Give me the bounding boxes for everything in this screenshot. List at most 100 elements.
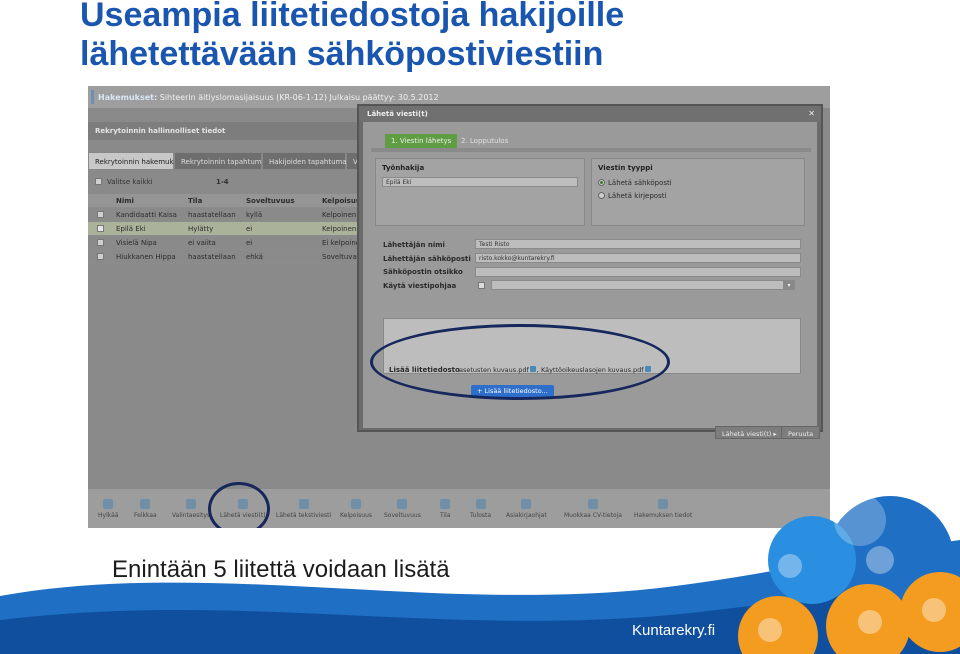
subject-input[interactable] xyxy=(475,267,801,277)
dialog-titlebar: Lähetä viesti(t) ✕ xyxy=(359,106,821,122)
tab-recruitment-log[interactable]: Rekrytoinnin tapahtumaloki xyxy=(174,152,278,170)
tool-label: Valintaesitys xyxy=(172,512,210,519)
tool-eligibility[interactable]: Kelpoisuus xyxy=(340,499,372,519)
sender-email-input[interactable]: risto.kokko@kuntarekry.fi xyxy=(475,253,801,263)
send-button-label[interactable]: Lähetä viesti(t) xyxy=(722,430,771,438)
status-icon xyxy=(440,499,451,509)
row-checkbox[interactable] xyxy=(97,239,104,246)
header-accent xyxy=(91,90,94,104)
select-all-label[interactable]: Valitse kaikki xyxy=(107,178,153,186)
cell-suitability: ehkä xyxy=(246,253,263,261)
cell-name[interactable]: Hiukkanen Hippa xyxy=(116,253,176,261)
cell-eligibility: Kelpoinen xyxy=(322,211,357,219)
cell-status: haastatellaan xyxy=(188,253,236,261)
cell-name[interactable]: Visielä Nipa xyxy=(116,239,157,247)
tab-applications[interactable]: Rekrytoinnin hakemukset xyxy=(88,152,184,170)
cancel-button[interactable]: Peruuta xyxy=(781,426,821,439)
result-count: 1-4 xyxy=(216,178,229,186)
tool-print[interactable]: Tulosta xyxy=(470,499,491,519)
radio-selected-icon[interactable] xyxy=(598,179,605,186)
tool-label: Asiakirjaohjat xyxy=(506,512,547,519)
brand-text: Kuntarekry.fi xyxy=(632,622,716,639)
applicant-box: Työnhakija Epilä Eki xyxy=(375,158,585,226)
radio-icon[interactable] xyxy=(598,192,605,199)
breadcrumb-label[interactable]: Hakemukset: xyxy=(98,93,157,102)
orange-circle xyxy=(738,596,818,654)
radio-letter-label[interactable]: Lähetä kirjeposti xyxy=(608,192,666,200)
breadcrumb: Hakemukset: Sihteerin äitiyslomasijaisuu… xyxy=(98,93,439,102)
table-row-selected[interactable]: Epilä Eki Hylätty ei Kelpoinen xyxy=(88,222,358,236)
col-name[interactable]: Nimi xyxy=(116,197,134,205)
tool-label: Muokkaa CV-tietoja xyxy=(564,512,622,519)
applicant-field: Epilä Eki xyxy=(382,177,578,187)
documents-icon xyxy=(521,499,532,509)
cell-suitability: kyllä xyxy=(246,211,263,219)
radio-email-label[interactable]: Lähetä sähköposti xyxy=(608,179,672,187)
orange-circle-3 xyxy=(900,572,960,652)
tool-label: Soveltuvuus xyxy=(384,512,421,519)
slide-title-line2: lähetettävään sähköpostiviestiin xyxy=(80,35,604,73)
pencil-icon xyxy=(858,610,882,634)
app-screenshot: Hakemukset: Sihteerin äitiyslomasijaisuu… xyxy=(88,86,830,528)
breadcrumb-text: Sihteerin äitiyslomasijaisuus (KR-06-1-1… xyxy=(159,93,439,102)
tool-application-info[interactable]: Hakemuksen tiedot xyxy=(634,499,692,519)
info-icon xyxy=(658,499,669,509)
message-type-heading: Viestin tyyppi xyxy=(598,164,653,172)
tab-applicant-log[interactable]: Hakijoiden tapahtumaloki xyxy=(262,152,359,170)
step-send[interactable]: 1. Viestin lähetys xyxy=(385,134,458,148)
reject-icon xyxy=(103,499,114,509)
chevron-down-icon[interactable]: ▾ xyxy=(783,280,795,290)
cv-icon xyxy=(587,499,598,509)
cell-eligibility: Kelpoinen xyxy=(322,225,357,233)
step-divider xyxy=(371,148,811,152)
caption: Enintään 5 liitettä voidaan lisätä xyxy=(112,556,450,583)
tool-label: Tila xyxy=(440,512,451,519)
tool-flag[interactable]: Felkkaa xyxy=(134,499,157,519)
tool-reject[interactable]: Hylkää xyxy=(98,499,118,519)
tools-icon xyxy=(922,598,946,622)
sender-name-input[interactable]: Testi Risto xyxy=(475,239,801,249)
table-row[interactable]: Kandidaatti Kaisa haastatellaan kyllä Ke… xyxy=(88,208,358,222)
row-checkbox[interactable] xyxy=(97,253,104,260)
slide-title-line1: Useampia liitetiedostoja hakijoille xyxy=(80,0,625,34)
table-row[interactable]: Hiukkanen Hippa haastatellaan ehkä Sovel… xyxy=(88,250,358,264)
col-status[interactable]: Tila xyxy=(188,197,202,205)
slide-title: Useampia liitetiedostoja hakijoille lähe… xyxy=(80,0,624,74)
flag-icon xyxy=(140,499,151,509)
tool-documents[interactable]: Asiakirjaohjat xyxy=(506,499,547,519)
row-checkbox[interactable] xyxy=(97,211,104,218)
col-suitability[interactable]: Soveltuvuus xyxy=(246,197,295,205)
cell-suitability: ei xyxy=(246,225,253,233)
sms-icon xyxy=(298,499,309,509)
tree-icon xyxy=(834,494,886,546)
table-row[interactable]: Visielä Nipa ei vaiita ei Ei kelpoinen xyxy=(88,236,365,250)
applicant-heading: Työnhakija xyxy=(382,164,425,172)
radio-email[interactable]: Lähetä sähköposti xyxy=(598,179,672,187)
cell-name[interactable]: Epilä Eki xyxy=(116,225,146,233)
template-select[interactable] xyxy=(491,280,795,290)
suitability-icon xyxy=(397,499,408,509)
cell-status: Hylätty xyxy=(188,225,214,233)
tool-status[interactable]: Tila xyxy=(440,499,451,519)
attachments-highlight-oval xyxy=(370,324,670,400)
dialog-title: Lähetä viesti(t) xyxy=(367,110,428,118)
sender-name-label: Lähettäjän nimi xyxy=(383,241,445,249)
scissors-icon xyxy=(758,618,782,642)
step-result[interactable]: 2. Lopputulos xyxy=(455,134,514,148)
row-checkbox-checked[interactable] xyxy=(97,225,104,232)
tool-send-sms[interactable]: Lähetä tekstiviesti xyxy=(276,499,331,519)
tool-label: Felkkaa xyxy=(134,512,157,519)
tool-proposal[interactable]: Valintaesitys xyxy=(172,499,210,519)
template-checkbox[interactable] xyxy=(478,282,485,289)
radio-letter[interactable]: Lähetä kirjeposti xyxy=(598,192,666,200)
template-label: Käytä viestipohjaa xyxy=(383,282,457,290)
send-button[interactable]: Lähetä viesti(t) ▸ xyxy=(715,426,784,439)
tool-label: Kelpoisuus xyxy=(340,512,372,519)
close-icon[interactable]: ✕ xyxy=(808,109,815,118)
tool-label: Hylkää xyxy=(98,512,119,519)
select-all-checkbox[interactable] xyxy=(95,178,102,185)
orange-circle-2 xyxy=(826,584,910,654)
tool-edit-cv[interactable]: Muokkaa CV-tietoja xyxy=(564,499,622,519)
cell-name[interactable]: Kandidaatti Kaisa xyxy=(116,211,177,219)
tool-suitability[interactable]: Soveltuvuus xyxy=(384,499,421,519)
